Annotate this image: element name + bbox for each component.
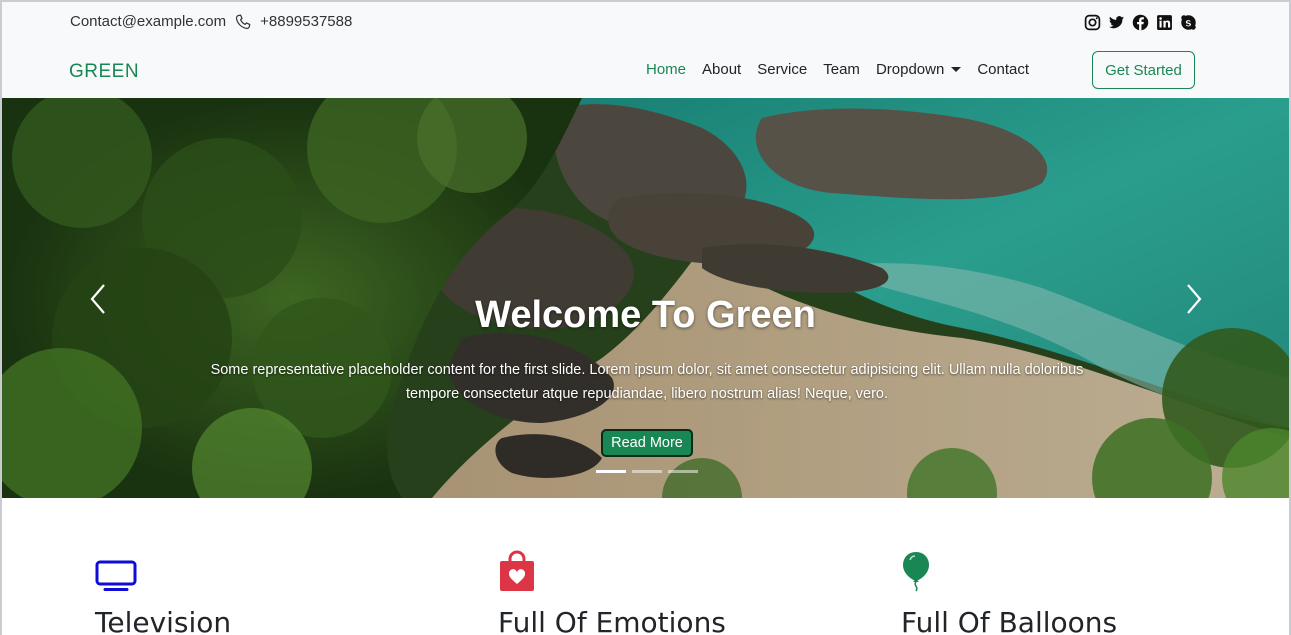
caret-down-icon	[951, 67, 962, 72]
phone-icon	[235, 14, 251, 30]
top-contact-bar: Contact@example.com +8899537588	[2, 2, 1289, 42]
feature-television: Television	[95, 550, 231, 635]
nav-home[interactable]: Home	[646, 61, 686, 78]
skype-icon[interactable]	[1179, 13, 1197, 31]
feature-balloons: Full Of Balloons	[901, 550, 1117, 635]
nav-service[interactable]: Service	[757, 61, 807, 78]
hero-description: Some representative placeholder content …	[210, 362, 1084, 402]
linkedin-icon[interactable]	[1155, 13, 1173, 31]
navbar: GREEN Home About Service Team Dropdown C…	[2, 42, 1289, 98]
get-started-button[interactable]: Get Started	[1092, 51, 1195, 89]
twitter-icon[interactable]	[1107, 13, 1125, 31]
read-more-button[interactable]: Read More	[601, 429, 693, 457]
nav-team[interactable]: Team	[823, 61, 860, 78]
phone-link[interactable]: +8899537588	[260, 13, 352, 30]
nav-contact[interactable]: Contact	[977, 61, 1029, 78]
bag-heart-icon	[498, 550, 726, 592]
nav-about[interactable]: About	[702, 61, 741, 78]
features-section: Television Full Of Emotions Full Of Ball…	[0, 498, 1291, 635]
hero-carousel: Welcome To Green Some representative pla…	[2, 98, 1289, 498]
carousel-indicator-3[interactable]	[668, 470, 698, 473]
hero-title: Welcome To Green	[475, 294, 816, 336]
nav-links: Home About Service Team Dropdown Contact	[646, 61, 1045, 78]
social-links	[1083, 13, 1197, 31]
feature-title: Full Of Emotions	[498, 606, 726, 635]
email-link[interactable]: Contact@example.com	[70, 13, 226, 30]
nav-dropdown-label: Dropdown	[875, 61, 945, 78]
nav-dropdown[interactable]: Dropdown	[875, 61, 962, 78]
tv-icon	[95, 550, 231, 592]
carousel-indicator-1[interactable]	[596, 470, 626, 473]
brand-logo[interactable]: GREEN	[69, 61, 139, 83]
balloon-icon	[901, 550, 1117, 592]
carousel-indicators	[596, 470, 698, 473]
instagram-icon[interactable]	[1083, 13, 1101, 31]
carousel-indicator-2[interactable]	[632, 470, 662, 473]
facebook-icon[interactable]	[1131, 13, 1149, 31]
contact-info: Contact@example.com +8899537588	[70, 13, 352, 30]
feature-title: Full Of Balloons	[901, 606, 1118, 635]
feature-title: Television	[95, 606, 232, 635]
feature-emotions: Full Of Emotions	[498, 550, 726, 635]
